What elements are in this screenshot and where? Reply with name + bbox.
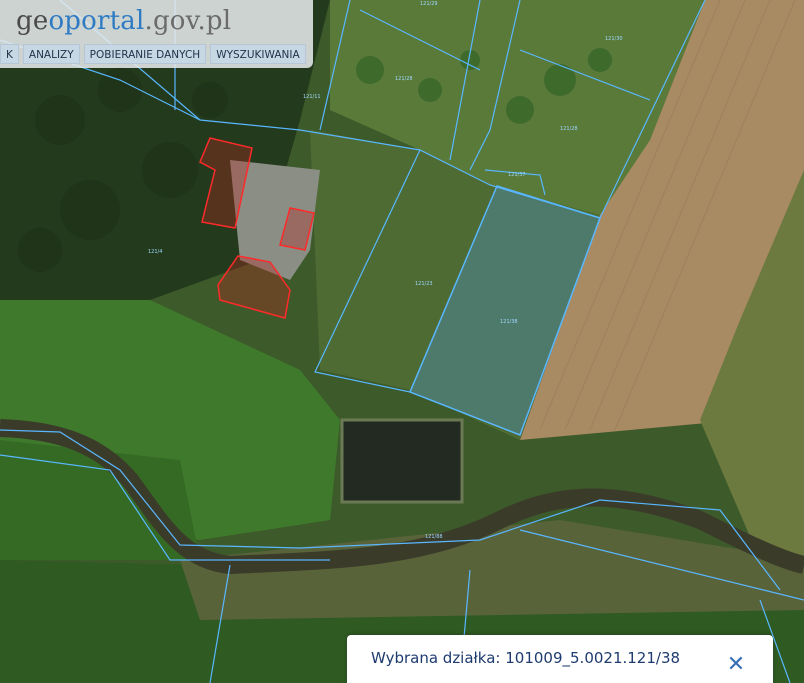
svg-text:121/28: 121/28 [560, 126, 578, 132]
svg-text:121/28: 121/28 [395, 76, 413, 82]
menu-item-wyszukiwania[interactable]: WYSZUKIWANIA [210, 44, 306, 64]
close-icon[interactable]: ✕ [725, 654, 747, 676]
selected-parcel-text: Wybrana działka: 101009_5.0021.121/38 [371, 649, 681, 667]
menu-item-pobieranie-danych[interactable]: POBIERANIE DANYCH [83, 44, 207, 64]
map-view[interactable]: 121/29 121/30 121/28 121/11 121/28 121/3… [0, 0, 804, 683]
svg-text:121/30: 121/30 [605, 36, 623, 42]
selected-parcel-panel: Wybrana działka: 101009_5.0021.121/38 ✕ [347, 635, 773, 683]
svg-text:121/29: 121/29 [420, 1, 438, 7]
svg-text:121/23: 121/23 [415, 281, 433, 287]
main-menu: K ANALIZY POBIERANIE DANYCH WYSZUKIWANIA [0, 44, 306, 64]
svg-text:121/37: 121/37 [508, 172, 526, 178]
menu-item-analizy[interactable]: ANALIZY [22, 44, 80, 64]
svg-text:121/11: 121/11 [303, 94, 321, 100]
svg-text:121/38: 121/38 [500, 319, 518, 325]
svg-text:121/88: 121/88 [425, 534, 443, 540]
geoportal-logo[interactable]: geoportal.gov.pl [16, 6, 231, 36]
svg-text:121/4: 121/4 [148, 249, 162, 255]
header-panel: geoportal.gov.pl K ANALIZY POBIERANIE DA… [0, 0, 313, 68]
menu-item-k[interactable]: K [0, 44, 19, 64]
